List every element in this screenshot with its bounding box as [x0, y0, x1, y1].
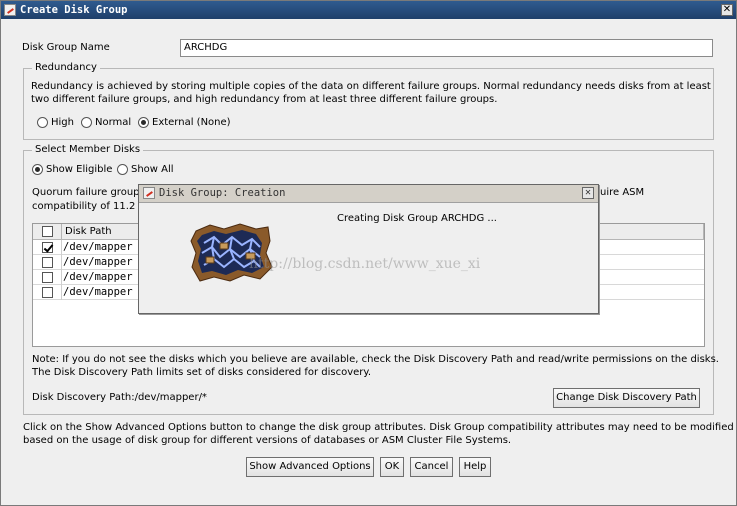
disk-group-name-label: Disk Group Name — [22, 42, 110, 53]
disk-group-creation-dialog: Disk Group: Creation ✕ Creating Disk Gro… — [138, 184, 599, 314]
cancel-button[interactable]: Cancel — [410, 457, 453, 477]
advanced-info-line1: Click on the Show Advanced Options butto… — [23, 422, 734, 433]
dialog-close-button[interactable]: ✕ — [582, 187, 594, 199]
show-advanced-options-button[interactable]: Show Advanced Options — [246, 457, 374, 477]
dialog-titlebar[interactable]: Disk Group: Creation ✕ — [139, 185, 598, 203]
java-app-icon — [4, 4, 16, 16]
column-divider — [61, 240, 62, 255]
disk-path-cell: /dev/mapper — [63, 286, 133, 298]
disk-path-cell: /dev/mapper — [63, 256, 133, 268]
quorum-text-line1-start: Quorum failure group — [32, 187, 140, 198]
discovery-note-line2: The Disk Discovery Path limits set of di… — [32, 367, 372, 378]
quorum-text-line1-end: uire ASM — [600, 187, 645, 198]
redundancy-legend: Redundancy — [32, 62, 100, 73]
create-disk-group-window: Create Disk Group ✕ Disk Group Name ARCH… — [0, 0, 737, 506]
column-divider — [61, 255, 62, 270]
window-titlebar[interactable]: Create Disk Group ✕ — [1, 1, 736, 19]
select-all-checkbox[interactable] — [42, 226, 53, 237]
radio-external[interactable] — [138, 117, 149, 128]
disk-path-cell: /dev/mapper — [63, 271, 133, 283]
row-checkbox[interactable] — [42, 257, 53, 268]
row-checkbox[interactable] — [42, 287, 53, 298]
change-discovery-path-button[interactable]: Change Disk Discovery Path — [553, 388, 700, 408]
radio-high[interactable] — [37, 117, 48, 128]
radio-show-all-label[interactable]: Show All — [131, 164, 174, 175]
watermark-text: http://blog.csdn.net/www_xue_xi — [249, 256, 481, 272]
select-all-header — [33, 224, 62, 240]
radio-normal-label[interactable]: Normal — [95, 117, 131, 128]
member-disks-legend: Select Member Disks — [32, 144, 144, 155]
disk-path-cell: /dev/mapper — [63, 241, 133, 253]
redundancy-description-line1: Redundancy is achieved by storing multip… — [31, 81, 711, 92]
row-checkbox[interactable] — [42, 242, 53, 253]
radio-show-eligible[interactable] — [32, 164, 43, 175]
disk-group-name-input[interactable]: ARCHDG — [180, 39, 713, 57]
discovery-note-line1: Note: If you do not see the disks which … — [32, 354, 719, 365]
radio-normal[interactable] — [81, 117, 92, 128]
dialog-title: Disk Group: Creation — [159, 187, 286, 199]
column-divider — [61, 285, 62, 300]
radio-show-eligible-label[interactable]: Show Eligible — [46, 164, 112, 175]
row-checkbox[interactable] — [42, 272, 53, 283]
redundancy-description-line2: two different failure groups, and high r… — [31, 94, 498, 105]
discovery-path-label: Disk Discovery Path:/dev/mapper/* — [32, 392, 207, 403]
disk-group-creation-icon — [190, 223, 273, 282]
ok-button[interactable]: OK — [380, 457, 404, 477]
window-close-button[interactable]: ✕ — [721, 4, 733, 16]
radio-external-label[interactable]: External (None) — [152, 117, 231, 128]
radio-show-all[interactable] — [117, 164, 128, 175]
help-button[interactable]: Help — [459, 457, 491, 477]
java-app-icon — [143, 187, 155, 199]
progress-message: Creating Disk Group ARCHDG ... — [337, 213, 497, 224]
column-divider — [61, 270, 62, 285]
radio-high-label[interactable]: High — [51, 117, 74, 128]
advanced-info-line2: based on the usage of disk group for dif… — [23, 435, 512, 446]
window-title: Create Disk Group — [20, 4, 128, 16]
quorum-text-line2: compatibility of 11.2 c — [32, 201, 144, 212]
